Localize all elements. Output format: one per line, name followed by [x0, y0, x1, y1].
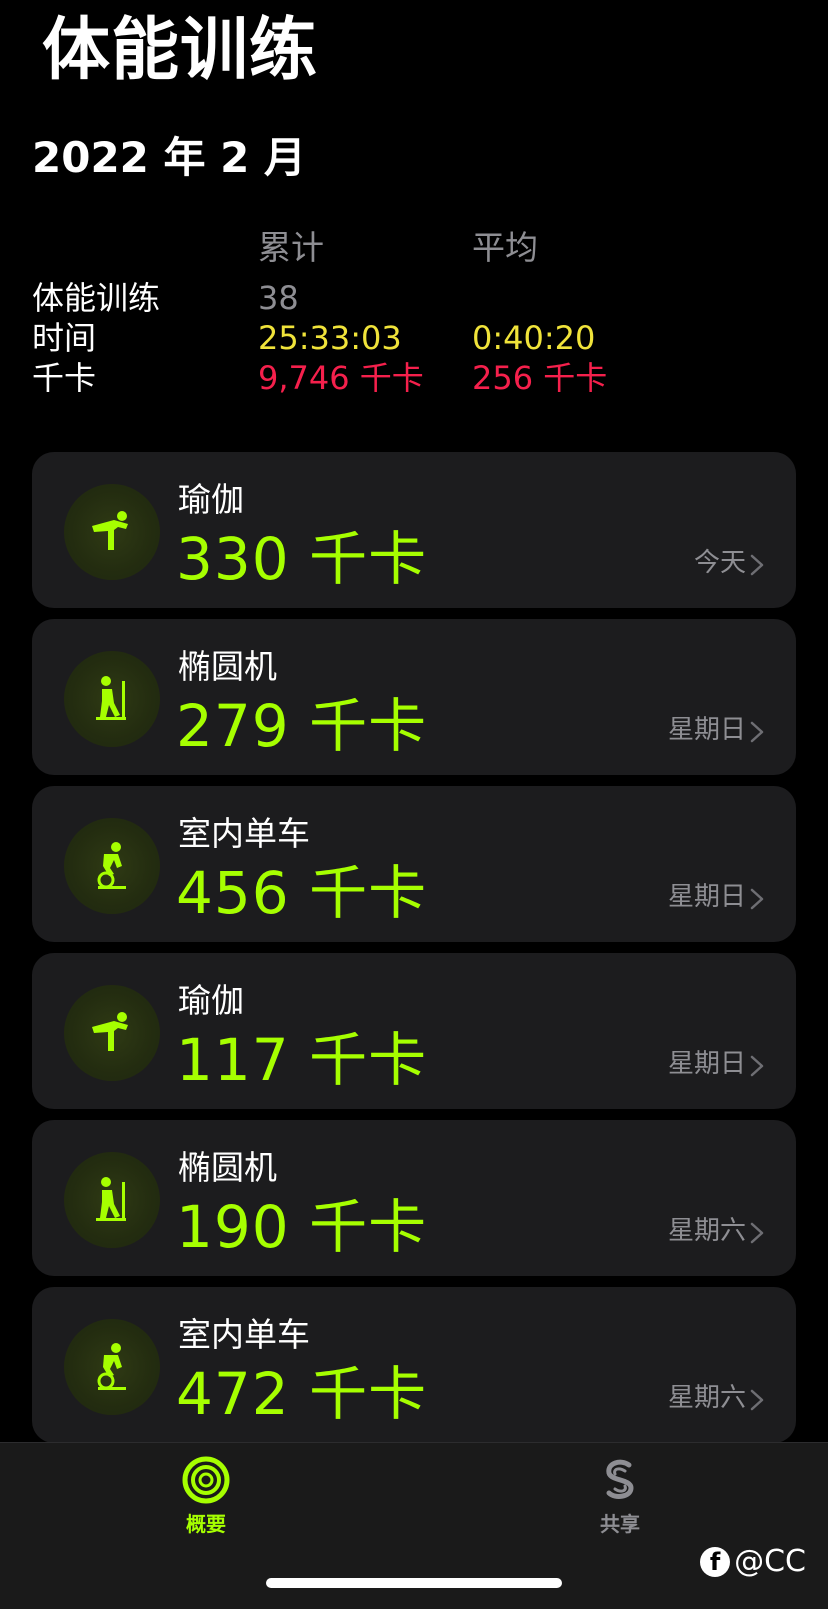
workout-kcal: 456 千卡 — [176, 859, 428, 927]
facebook-icon: f — [700, 1546, 731, 1577]
workout-name: 瑜伽 — [178, 981, 244, 1020]
workout-day: 星期日 — [667, 715, 746, 745]
workout-kcal: 472 千卡 — [176, 1360, 428, 1428]
workout-day: 星期日 — [667, 1049, 746, 1079]
chevron-right-icon — [750, 1222, 764, 1244]
summary-avg-value: 256 千卡 — [472, 359, 608, 397]
watermark-text: @CC — [734, 1544, 806, 1579]
workout-name: 椭圆机 — [178, 1148, 277, 1187]
workout-day: 星期六 — [667, 1216, 746, 1246]
summary-avg-value: 0:40:20 — [472, 319, 596, 357]
workout-kcal: 117 千卡 — [176, 1026, 428, 1094]
elliptical-icon — [64, 651, 160, 747]
workout-card[interactable]: 室内单车 472 千卡 星期六 — [32, 1287, 796, 1443]
yoga-icon — [64, 985, 160, 1081]
tab-label: 概要 — [186, 1512, 226, 1536]
summary-row-workouts: 体能训练 38 — [32, 278, 792, 318]
workout-name: 室内单车 — [178, 814, 310, 853]
summary-label: 千卡 — [32, 359, 97, 397]
workout-card[interactable]: 室内单车 456 千卡 星期日 — [32, 786, 796, 942]
summary-row-time: 时间 25:33:03 0:40:20 — [32, 318, 792, 358]
page-title: 体能训练 — [42, 11, 319, 90]
workout-day: 今天 — [693, 548, 746, 578]
workout-day: 星期日 — [667, 882, 746, 912]
chevron-right-icon — [750, 1389, 764, 1411]
summary-row-kcal: 千卡 9,746 千卡 256 千卡 — [32, 358, 792, 398]
summary-header-row: 累计 平均 — [32, 222, 792, 278]
summary-table: 累计 平均 体能训练 38 时间 25:33:03 0:40:20 千卡 9,7… — [32, 222, 792, 398]
summary-total-value: 25:33:03 — [258, 319, 402, 357]
summary-header-total: 累计 — [258, 228, 324, 267]
month-title: 2022 年 2 月 — [32, 133, 306, 182]
yoga-icon — [64, 484, 160, 580]
workout-card[interactable]: 椭圆机 190 千卡 星期六 — [32, 1120, 796, 1276]
workout-card[interactable]: 椭圆机 279 千卡 星期日 — [32, 619, 796, 775]
summary-total-value: 38 — [258, 279, 299, 317]
workout-kcal: 190 千卡 — [176, 1193, 428, 1261]
indoor-cycle-icon — [64, 818, 160, 914]
tab-label: 共享 — [600, 1512, 640, 1536]
workout-day: 星期六 — [667, 1383, 746, 1413]
elliptical-icon — [64, 1152, 160, 1248]
workout-card[interactable]: 瑜伽 117 千卡 星期日 — [32, 953, 796, 1109]
workout-name: 椭圆机 — [178, 647, 277, 686]
summary-header-avg: 平均 — [472, 228, 538, 267]
sharing-icon — [606, 1459, 634, 1499]
workout-kcal: 279 千卡 — [176, 692, 428, 760]
indoor-cycle-icon — [64, 1319, 160, 1415]
chevron-right-icon — [750, 554, 764, 576]
activity-rings-icon — [182, 1456, 230, 1504]
workout-name: 瑜伽 — [178, 480, 244, 519]
workout-list: 瑜伽 330 千卡 今天 椭圆机 279 千卡 星期日 室内单车 456 千卡 … — [32, 452, 796, 1454]
workout-name: 室内单车 — [178, 1315, 310, 1354]
workout-card[interactable]: 瑜伽 330 千卡 今天 — [32, 452, 796, 608]
summary-label: 时间 — [32, 319, 97, 357]
home-indicator[interactable] — [266, 1578, 562, 1588]
chevron-right-icon — [750, 888, 764, 910]
tab-sharing[interactable]: 共享 — [560, 1455, 680, 1539]
chevron-right-icon — [750, 1055, 764, 1077]
summary-label: 体能训练 — [32, 279, 161, 317]
watermark: f @CC — [700, 1544, 806, 1579]
chevron-right-icon — [750, 721, 764, 743]
tab-summary[interactable]: 概要 — [146, 1455, 266, 1539]
workout-kcal: 330 千卡 — [176, 525, 428, 593]
summary-total-value: 9,746 千卡 — [258, 359, 424, 397]
